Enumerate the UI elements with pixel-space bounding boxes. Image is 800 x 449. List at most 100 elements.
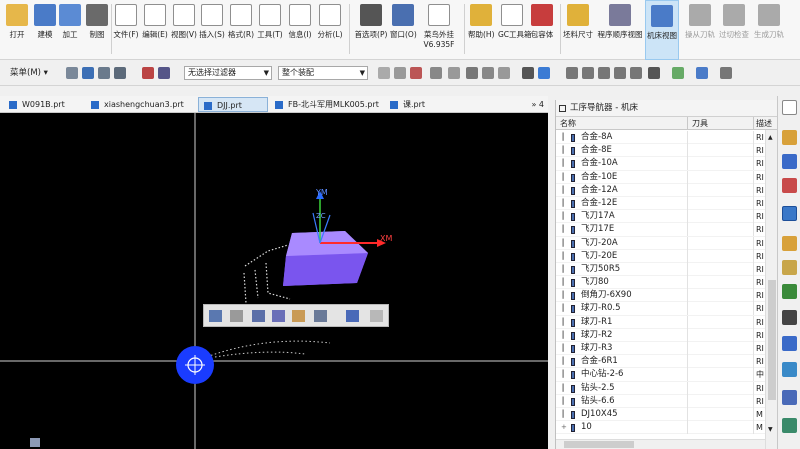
select-multiple-icon[interactable] bbox=[82, 67, 94, 79]
operation-navigator-icon[interactable] bbox=[782, 206, 797, 221]
view-cube-icon[interactable] bbox=[538, 67, 550, 79]
tool-row[interactable]: ┃ 合金-10E RI bbox=[556, 170, 765, 184]
tool-row[interactable]: ┃ 钻头-2.5 RI bbox=[556, 381, 765, 395]
palette-icon[interactable] bbox=[782, 418, 797, 433]
edge-style-icon[interactable] bbox=[672, 67, 684, 79]
graphics-viewport[interactable]: XM YM ZC bbox=[0, 113, 548, 449]
part-navigator-icon[interactable] bbox=[782, 178, 797, 193]
navigator-horizontal-scrollbar[interactable] bbox=[556, 439, 765, 449]
fit-view-icon[interactable] bbox=[566, 67, 578, 79]
select-filter-icon[interactable] bbox=[98, 67, 110, 79]
ribbon-analysis-menu-button[interactable]: 分析(L) bbox=[317, 0, 343, 60]
ribbon-generate-toolpath-button[interactable]: 生成刀轨 bbox=[753, 0, 785, 60]
render-style-icon[interactable] bbox=[648, 67, 660, 79]
ribbon-edit-menu-button[interactable]: 编辑(E) bbox=[142, 0, 168, 60]
tool-row[interactable]: ┃ 合金-8A RI bbox=[556, 131, 765, 145]
cursor-icon[interactable] bbox=[158, 67, 170, 79]
flag-icon[interactable] bbox=[142, 67, 154, 79]
tool-row[interactable]: ┃ 飞刀17E RI bbox=[556, 223, 765, 237]
rotate-icon[interactable] bbox=[598, 67, 610, 79]
tool-row[interactable]: ┃ 倒角刀-6X90 RI bbox=[556, 289, 765, 303]
navigator-vertical-scrollbar[interactable]: ▲ ▼ bbox=[765, 130, 777, 449]
select-area-icon[interactable] bbox=[114, 67, 126, 79]
web-browser-icon[interactable] bbox=[782, 390, 797, 405]
move-object-icon[interactable] bbox=[252, 310, 265, 322]
ribbon-modeling-button[interactable]: 建模 bbox=[33, 0, 57, 60]
snap-end-icon[interactable] bbox=[394, 67, 406, 79]
tool-row[interactable]: ┃ 飞刀-20A RI bbox=[556, 236, 765, 250]
reuse-library-icon[interactable] bbox=[782, 260, 797, 275]
ribbon-insert-menu-button[interactable]: 插入(S) bbox=[199, 0, 225, 60]
ribbon-window-button[interactable]: 窗口(O) bbox=[390, 0, 417, 60]
snap-quadrant-icon[interactable] bbox=[482, 67, 494, 79]
tab-document-1[interactable]: W091B.prt bbox=[4, 97, 82, 112]
ribbon-tools-menu-button[interactable]: 工具(T) bbox=[257, 0, 283, 60]
tool-row[interactable]: ┃ 球刀-R1 RI bbox=[556, 315, 765, 329]
column-desc-header[interactable]: 描述 bbox=[756, 117, 772, 130]
ribbon-view-menu-button[interactable]: 视图(V) bbox=[171, 0, 197, 60]
history-icon[interactable] bbox=[782, 284, 797, 299]
ribbon-drafting-button[interactable]: 制图 bbox=[84, 0, 110, 60]
orient-view-icon[interactable] bbox=[696, 67, 708, 79]
roles-icon[interactable] bbox=[782, 336, 797, 351]
ribbon-plugin-button[interactable]: 菜鸟外挂 V6.935F bbox=[420, 0, 458, 60]
undo-icon[interactable] bbox=[346, 310, 359, 322]
ribbon-blank-size-button[interactable]: 坯料尺寸 bbox=[561, 0, 595, 60]
ribbon-info-menu-button[interactable]: 信息(I) bbox=[287, 0, 313, 60]
ribbon-manufacturing-button[interactable]: 加工 bbox=[58, 0, 82, 60]
tool-row[interactable]: ┃ 飞刀17A RI bbox=[556, 210, 765, 224]
column-tool-header[interactable]: 刀具 bbox=[692, 117, 708, 130]
snap-control-icon[interactable] bbox=[430, 67, 442, 79]
tool-row[interactable]: ┃ 合金-10A RI bbox=[556, 157, 765, 171]
tool-row[interactable]: ┃ 合金-12E RI bbox=[556, 196, 765, 211]
process-studio-icon[interactable] bbox=[782, 310, 797, 325]
tool-row[interactable]: ┃ 合金-8E RI bbox=[556, 144, 765, 158]
ribbon-machine-tool-view-button[interactable]: 机床视图 bbox=[645, 0, 679, 60]
constraint-navigator-icon[interactable] bbox=[782, 154, 797, 169]
column-name-header[interactable]: 名称 bbox=[560, 117, 576, 130]
tool-row[interactable]: ┃ 合金-12A RI bbox=[556, 183, 765, 197]
ribbon-gc-toolbox-button[interactable]: GC工具箱 bbox=[498, 0, 532, 60]
select-icon[interactable] bbox=[66, 67, 78, 79]
measure-icon[interactable] bbox=[292, 310, 305, 322]
snap-center-icon[interactable] bbox=[466, 67, 478, 79]
system-materials-icon[interactable] bbox=[782, 362, 797, 377]
tool-row[interactable]: ┃ 钻头-6.6 RI bbox=[556, 394, 765, 408]
tab-document-3[interactable]: DJJ.prt bbox=[198, 97, 268, 112]
machine-builder-icon[interactable] bbox=[782, 236, 797, 251]
snap-point-icon[interactable] bbox=[378, 67, 390, 79]
tool-row[interactable]: ┃ 球刀-R3 RI bbox=[556, 342, 765, 356]
scroll-thumb[interactable] bbox=[768, 280, 776, 400]
navigator-close-icon[interactable] bbox=[782, 100, 797, 115]
tab-document-4[interactable]: FB-北斗军用MLK005.prt bbox=[270, 97, 382, 112]
pan-icon[interactable] bbox=[614, 67, 626, 79]
ribbon-toolpath-button[interactable]: 操从刀轨 bbox=[683, 0, 717, 60]
ribbon-bounding-body-button[interactable]: 包容体 bbox=[528, 0, 556, 60]
tool-row[interactable]: ┃ 球刀-R0.5 RI bbox=[556, 302, 765, 316]
tool-row[interactable]: ┃ 飞刀50R5 RI bbox=[556, 262, 765, 277]
tool-row[interactable]: ┃ 中心钻-2-6 中 bbox=[556, 368, 765, 382]
ribbon-folder-open-button[interactable]: 打开 bbox=[5, 0, 29, 60]
snap-onpoint-icon[interactable] bbox=[498, 67, 510, 79]
layer-icon[interactable] bbox=[720, 67, 732, 79]
tool-row[interactable]: ┃ 飞刀80 RI bbox=[556, 276, 765, 290]
redo-icon[interactable] bbox=[370, 310, 383, 322]
transform-icon[interactable] bbox=[272, 310, 285, 322]
tabs-overflow-button[interactable]: » 4 bbox=[531, 97, 544, 112]
tool-row[interactable]: +10 M bbox=[556, 421, 765, 435]
menu-button[interactable]: 菜单(M) ▾ bbox=[10, 66, 48, 80]
selection-filter-dropdown[interactable]: 无选择过滤器 ▼ bbox=[184, 66, 272, 80]
ribbon-format-menu-button[interactable]: 格式(R) bbox=[228, 0, 254, 60]
ribbon-program-order-view-button[interactable]: 程序顺序视图 bbox=[597, 0, 643, 60]
tool-row[interactable]: ┃ 飞刀-20E RI bbox=[556, 249, 765, 263]
tool-row[interactable]: ┃ 球刀-R2 RI bbox=[556, 328, 765, 342]
navigator-pin-icon[interactable] bbox=[559, 105, 566, 112]
select-tool-icon[interactable] bbox=[314, 310, 327, 322]
assembly-scope-dropdown[interactable]: 整个装配 ▼ bbox=[278, 66, 368, 80]
assembly-navigator-icon[interactable] bbox=[782, 130, 797, 145]
tab-document-5[interactable]: 课.prt bbox=[385, 97, 437, 112]
hscroll-thumb[interactable] bbox=[564, 441, 634, 448]
copy-icon[interactable] bbox=[230, 310, 243, 322]
tool-row[interactable]: ┃ 合金-6R1 RI bbox=[556, 355, 765, 369]
ribbon-file-menu-button[interactable]: 文件(F) bbox=[113, 0, 139, 60]
